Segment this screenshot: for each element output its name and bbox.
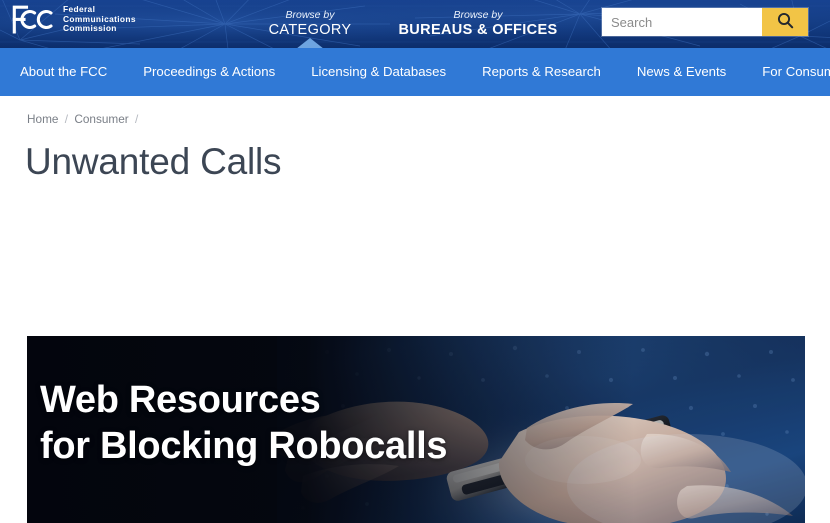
nav-item-news-events[interactable]: News & Events <box>619 48 744 96</box>
search-input[interactable] <box>602 8 762 36</box>
breadcrumb-item-home[interactable]: Home <box>27 112 58 126</box>
fcc-logo[interactable]: Federal Communications Commission <box>10 4 136 35</box>
search-button[interactable] <box>762 8 808 36</box>
nav-list: About the FCC Proceedings & Actions Lice… <box>0 48 830 96</box>
hero-banner: Web Resources for Blocking Robocalls <box>27 336 805 523</box>
active-tab-pointer-icon <box>296 38 324 48</box>
nav-item-reports-research[interactable]: Reports & Research <box>464 48 619 96</box>
fcc-logo-icon <box>10 4 56 35</box>
page-content: Home / Consumer / Unwanted Calls Web Res… <box>0 96 830 523</box>
page-title: Unwanted Calls <box>25 141 282 182</box>
search-form <box>602 8 808 36</box>
breadcrumb-item-consumer[interactable]: Consumer <box>74 112 128 126</box>
nav-item-licensing-databases[interactable]: Licensing & Databases <box>293 48 464 96</box>
nav-item-about-the-fcc[interactable]: About the FCC <box>0 48 125 96</box>
hero-headline: Web Resources for Blocking Robocalls <box>40 379 448 467</box>
browse-category-label: CATEGORY <box>268 22 352 38</box>
browse-category-eyebrow: Browse by <box>285 9 335 21</box>
nav-item-for-consumers[interactable]: For Consumers <box>744 48 830 96</box>
breadcrumb: Home / Consumer / <box>0 96 830 126</box>
browse-bureaus-label: BUREAUS & OFFICES <box>398 22 558 38</box>
browse-by-bureaus-tab[interactable]: Browse by BUREAUS & OFFICES <box>378 0 578 48</box>
nav-item-proceedings-actions[interactable]: Proceedings & Actions <box>125 48 293 96</box>
breadcrumb-separator-trailing: / <box>135 112 139 126</box>
breadcrumb-separator: / <box>64 112 69 126</box>
agency-name: Federal Communications Commission <box>63 4 136 34</box>
site-header: Federal Communications Commission Browse… <box>0 0 830 48</box>
search-icon <box>777 12 794 32</box>
browse-bureaus-eyebrow: Browse by <box>453 9 503 21</box>
main-navigation: About the FCC Proceedings & Actions Lice… <box>0 48 830 96</box>
